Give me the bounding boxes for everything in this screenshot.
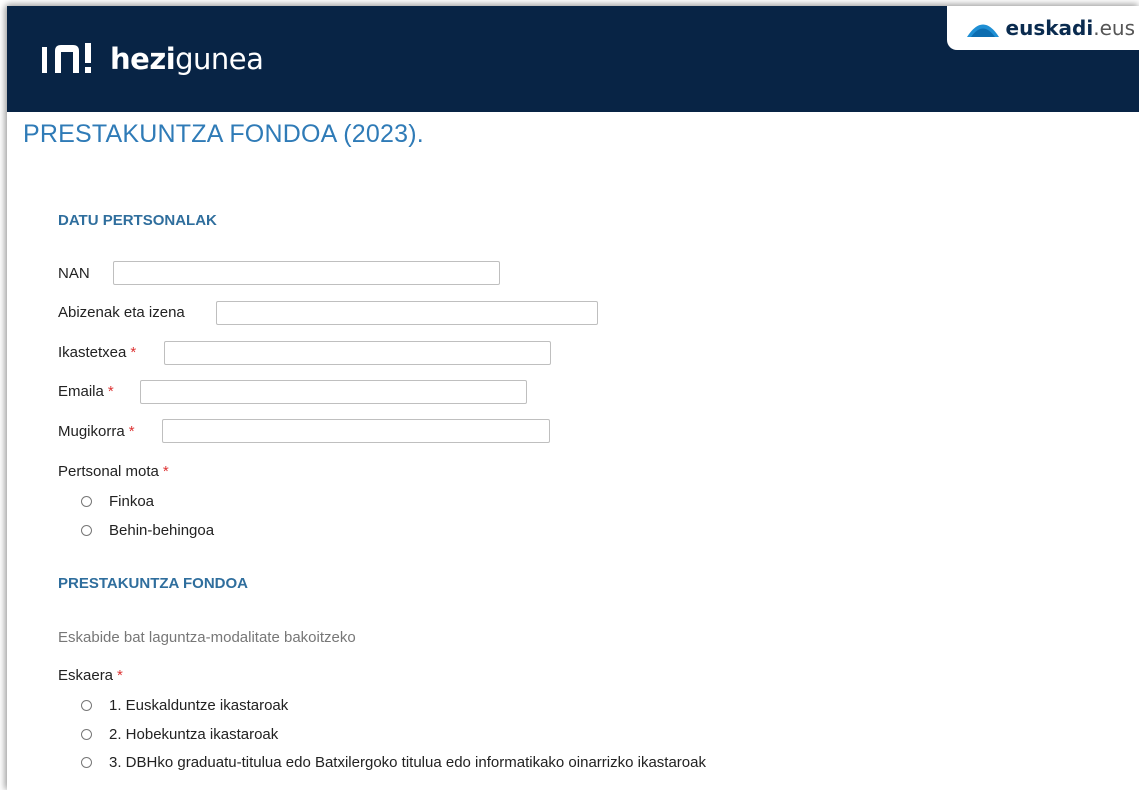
label-request: Eskaera * (58, 667, 123, 684)
radio-button[interactable] (81, 757, 92, 768)
radio-label: 3. DBHko graduatu-titulua edo Batxilergo… (109, 754, 706, 771)
euskadi-link[interactable]: euskadi.eus (947, 6, 1139, 50)
radio-label: 2. Hobekuntza ikastaroak (109, 726, 279, 743)
radio-button[interactable] (81, 525, 92, 536)
required-marker: * (162, 463, 169, 480)
radio-option-diploma-courses[interactable]: 3. DBHko graduatu-titulua edo Batxilergo… (81, 754, 706, 771)
nan-input[interactable] (113, 261, 500, 285)
radio-label: 1. Euskalduntze ikastaroak (109, 697, 289, 714)
site-name: hezigunea (110, 42, 264, 76)
radio-option-permanent[interactable]: Finkoa (81, 493, 154, 510)
radio-button[interactable] (81, 700, 92, 711)
site-header: hezigunea euskadi.eus (7, 6, 1139, 112)
label-full-name: Abizenak eta izena (58, 304, 185, 321)
radio-option-temporary[interactable]: Behin-behingoa (81, 522, 214, 539)
required-marker: * (117, 667, 123, 684)
school-input[interactable] (164, 341, 551, 365)
label-school: Ikastetxea * (58, 344, 137, 361)
radio-option-basque-courses[interactable]: 1. Euskalduntze ikastaroak (81, 697, 288, 714)
email-input[interactable] (140, 380, 527, 404)
radio-label: Finkoa (109, 493, 155, 510)
label-nan: NAN (58, 265, 90, 282)
required-marker: * (128, 423, 135, 440)
full-name-input[interactable] (216, 301, 598, 325)
radio-option-improvement-courses[interactable]: 2. Hobekuntza ikastaroak (81, 726, 278, 743)
radio-button[interactable] (81, 729, 92, 740)
euskadi-brand: euskadi.eus (1005, 16, 1135, 40)
section-title-personal: DATU PERTSONALAK (58, 212, 217, 229)
required-marker: * (107, 383, 114, 400)
page-frame: hezigunea euskadi.eus PRESTAKUNTZA FONDO… (7, 6, 1139, 790)
radio-button[interactable] (81, 496, 92, 507)
section-title-fund: PRESTAKUNTZA FONDOA (58, 575, 248, 592)
label-email: Emaila * (58, 383, 114, 400)
radio-label: Behin-behingoa (109, 522, 215, 539)
hezigunea-logo-icon (42, 43, 91, 73)
fund-hint: Eskabide bat laguntza-modalitate bakoitz… (58, 629, 356, 646)
label-mobile: Mugikorra * (58, 423, 135, 440)
required-marker: * (130, 344, 137, 361)
site-logo-link[interactable]: hezigunea (40, 39, 264, 79)
euskadi-arc-icon (966, 24, 999, 37)
mobile-input[interactable] (162, 419, 550, 443)
label-staff-type: Pertsonal mota * (58, 463, 169, 480)
page-title: PRESTAKUNTZA FONDOA (2023). (23, 120, 424, 148)
